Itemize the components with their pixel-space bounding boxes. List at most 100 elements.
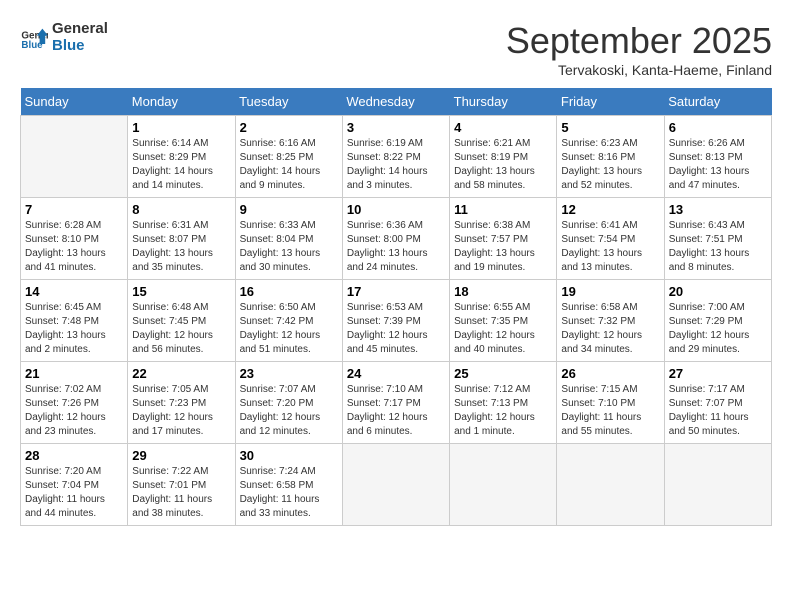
- header-wednesday: Wednesday: [342, 88, 449, 116]
- day-number: 10: [347, 202, 445, 217]
- day-info: Sunrise: 6:16 AM Sunset: 8:25 PM Dayligh…: [240, 137, 338, 193]
- day-cell: 19Sunrise: 6:58 AM Sunset: 7:32 PM Dayli…: [557, 280, 664, 362]
- day-cell: [21, 116, 128, 198]
- day-info: Sunrise: 6:21 AM Sunset: 8:19 PM Dayligh…: [454, 137, 552, 193]
- day-info: Sunrise: 6:58 AM Sunset: 7:32 PM Dayligh…: [561, 301, 659, 357]
- day-number: 22: [132, 366, 230, 381]
- day-number: 16: [240, 284, 338, 299]
- day-info: Sunrise: 6:28 AM Sunset: 8:10 PM Dayligh…: [25, 219, 123, 275]
- day-info: Sunrise: 6:53 AM Sunset: 7:39 PM Dayligh…: [347, 301, 445, 357]
- day-cell: 11 Sunrise: 6:38 AM Sunset: 7:57 PM Dayli…: [450, 198, 557, 280]
- day-number: 25: [454, 366, 552, 381]
- day-info: Sunrise: 6:41 AM Sunset: 7:54 PM Dayligh…: [561, 219, 659, 275]
- location: Tervakoski, Kanta-Haeme, Finland: [506, 62, 772, 78]
- day-number: 30: [240, 448, 338, 463]
- day-info: Sunrise: 7:15 AM Sunset: 7:10 PM Dayligh…: [561, 383, 659, 439]
- week-row-2: 7Sunrise: 6:28 AM Sunset: 8:10 PM Daylig…: [21, 198, 772, 280]
- page-header: General Blue General Blue September 2025…: [20, 20, 772, 78]
- day-info: Sunrise: 6:38 AM Sunset: 7:57 PM Dayligh…: [454, 219, 552, 275]
- day-cell: 16 Sunrise: 6:50 AM Sunset: 7:42 PM Dayli…: [235, 280, 342, 362]
- day-info: Sunrise: 7:22 AM Sunset: 7:01 PM Dayligh…: [132, 465, 230, 521]
- day-info: Sunrise: 7:20 AM Sunset: 7:04 PM Dayligh…: [25, 465, 123, 521]
- day-info: Sunrise: 7:00 AM Sunset: 7:29 PM Dayligh…: [669, 301, 767, 357]
- day-number: 3: [347, 120, 445, 135]
- day-number: 4: [454, 120, 552, 135]
- day-cell: 12Sunrise: 6:41 AM Sunset: 7:54 PM Dayli…: [557, 198, 664, 280]
- day-cell: 25 Sunrise: 7:12 AM Sunset: 7:13 PM Dayli…: [450, 362, 557, 444]
- day-cell: 9 Sunrise: 6:33 AM Sunset: 8:04 PM Daylig…: [235, 198, 342, 280]
- day-cell: 2Sunrise: 6:16 AM Sunset: 8:25 PM Daylig…: [235, 116, 342, 198]
- day-number: 8: [132, 202, 230, 217]
- header-monday: Monday: [128, 88, 235, 116]
- logo: General Blue General Blue: [20, 20, 108, 54]
- day-cell: [557, 444, 664, 526]
- header-saturday: Saturday: [664, 88, 771, 116]
- day-number: 9: [240, 202, 338, 217]
- day-number: 6: [669, 120, 767, 135]
- day-cell: 3 Sunrise: 6:19 AM Sunset: 8:22 PM Daylig…: [342, 116, 449, 198]
- day-info: Sunrise: 7:05 AM Sunset: 7:23 PM Dayligh…: [132, 383, 230, 439]
- day-number: 13: [669, 202, 767, 217]
- day-info: Sunrise: 6:19 AM Sunset: 8:22 PM Dayligh…: [347, 137, 445, 193]
- day-cell: 23Sunrise: 7:07 AM Sunset: 7:20 PM Dayli…: [235, 362, 342, 444]
- header-tuesday: Tuesday: [235, 88, 342, 116]
- day-cell: 13 Sunrise: 6:43 AM Sunset: 7:51 PM Dayli…: [664, 198, 771, 280]
- day-cell: 26Sunrise: 7:15 AM Sunset: 7:10 PM Dayli…: [557, 362, 664, 444]
- day-number: 28: [25, 448, 123, 463]
- day-number: 18: [454, 284, 552, 299]
- day-number: 5: [561, 120, 659, 135]
- day-cell: 4 Sunrise: 6:21 AM Sunset: 8:19 PM Daylig…: [450, 116, 557, 198]
- day-number: 20: [669, 284, 767, 299]
- day-cell: 6 Sunrise: 6:26 AM Sunset: 8:13 PM Daylig…: [664, 116, 771, 198]
- day-info: Sunrise: 7:07 AM Sunset: 7:20 PM Dayligh…: [240, 383, 338, 439]
- header-friday: Friday: [557, 88, 664, 116]
- day-cell: [664, 444, 771, 526]
- month-title: September 2025: [506, 20, 772, 62]
- day-info: Sunrise: 6:36 AM Sunset: 8:00 PM Dayligh…: [347, 219, 445, 275]
- day-cell: 30 Sunrise: 7:24 AM Sunset: 6:58 PM Dayli…: [235, 444, 342, 526]
- week-row-1: 1Sunrise: 6:14 AM Sunset: 8:29 PM Daylig…: [21, 116, 772, 198]
- title-block: September 2025 Tervakoski, Kanta-Haeme, …: [506, 20, 772, 78]
- day-cell: [342, 444, 449, 526]
- day-cell: 8 Sunrise: 6:31 AM Sunset: 8:07 PM Daylig…: [128, 198, 235, 280]
- header-thursday: Thursday: [450, 88, 557, 116]
- day-info: Sunrise: 6:26 AM Sunset: 8:13 PM Dayligh…: [669, 137, 767, 193]
- day-info: Sunrise: 6:48 AM Sunset: 7:45 PM Dayligh…: [132, 301, 230, 357]
- header-sunday: Sunday: [21, 88, 128, 116]
- day-info: Sunrise: 7:12 AM Sunset: 7:13 PM Dayligh…: [454, 383, 552, 439]
- day-number: 29: [132, 448, 230, 463]
- day-number: 17: [347, 284, 445, 299]
- day-info: Sunrise: 7:24 AM Sunset: 6:58 PM Dayligh…: [240, 465, 338, 521]
- day-cell: 29 Sunrise: 7:22 AM Sunset: 7:01 PM Dayli…: [128, 444, 235, 526]
- day-cell: 17 Sunrise: 6:53 AM Sunset: 7:39 PM Dayli…: [342, 280, 449, 362]
- day-cell: 28 Sunrise: 7:20 AM Sunset: 7:04 PM Dayli…: [21, 444, 128, 526]
- week-row-3: 14Sunrise: 6:45 AM Sunset: 7:48 PM Dayli…: [21, 280, 772, 362]
- day-cell: 24 Sunrise: 7:10 AM Sunset: 7:17 PM Dayli…: [342, 362, 449, 444]
- day-cell: 10 Sunrise: 6:36 AM Sunset: 8:00 PM Dayli…: [342, 198, 449, 280]
- day-info: Sunrise: 7:02 AM Sunset: 7:26 PM Dayligh…: [25, 383, 123, 439]
- day-cell: 14Sunrise: 6:45 AM Sunset: 7:48 PM Dayli…: [21, 280, 128, 362]
- day-cell: 15 Sunrise: 6:48 AM Sunset: 7:45 PM Dayli…: [128, 280, 235, 362]
- day-info: Sunrise: 6:43 AM Sunset: 7:51 PM Dayligh…: [669, 219, 767, 275]
- day-cell: 18Sunrise: 6:55 AM Sunset: 7:35 PM Dayli…: [450, 280, 557, 362]
- day-number: 21: [25, 366, 123, 381]
- day-number: 11: [454, 202, 552, 217]
- day-cell: 20 Sunrise: 7:00 AM Sunset: 7:29 PM Dayli…: [664, 280, 771, 362]
- day-number: 1: [132, 120, 230, 135]
- day-cell: 1Sunrise: 6:14 AM Sunset: 8:29 PM Daylig…: [128, 116, 235, 198]
- logo-blue: Blue: [52, 37, 108, 54]
- day-number: 14: [25, 284, 123, 299]
- day-cell: 27Sunrise: 7:17 AM Sunset: 7:07 PM Dayli…: [664, 362, 771, 444]
- day-info: Sunrise: 6:23 AM Sunset: 8:16 PM Dayligh…: [561, 137, 659, 193]
- day-info: Sunrise: 6:33 AM Sunset: 8:04 PM Dayligh…: [240, 219, 338, 275]
- header-row: SundayMondayTuesdayWednesdayThursdayFrid…: [21, 88, 772, 116]
- day-info: Sunrise: 6:31 AM Sunset: 8:07 PM Dayligh…: [132, 219, 230, 275]
- day-info: Sunrise: 7:10 AM Sunset: 7:17 PM Dayligh…: [347, 383, 445, 439]
- day-number: 24: [347, 366, 445, 381]
- day-number: 15: [132, 284, 230, 299]
- day-info: Sunrise: 6:50 AM Sunset: 7:42 PM Dayligh…: [240, 301, 338, 357]
- logo-icon: General Blue: [20, 23, 48, 51]
- day-cell: 5 Sunrise: 6:23 AM Sunset: 8:16 PM Daylig…: [557, 116, 664, 198]
- week-row-5: 28 Sunrise: 7:20 AM Sunset: 7:04 PM Dayli…: [21, 444, 772, 526]
- day-cell: 21 Sunrise: 7:02 AM Sunset: 7:26 PM Dayli…: [21, 362, 128, 444]
